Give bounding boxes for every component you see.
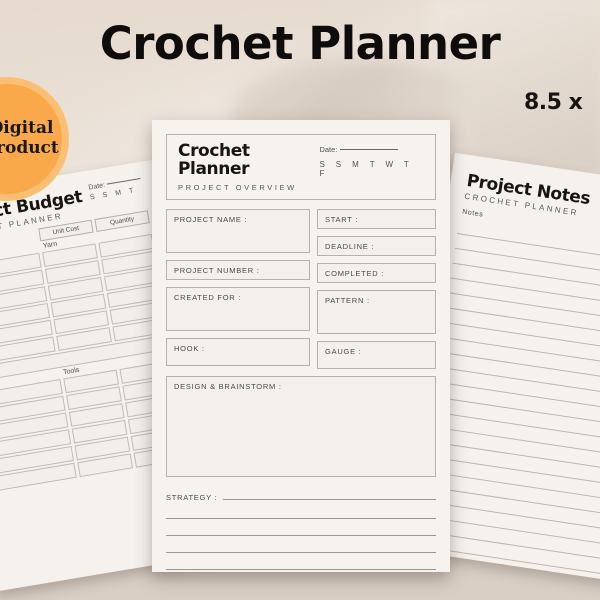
field-completed[interactable]: COMPLETED : — [317, 262, 436, 283]
field-gap — [317, 229, 436, 236]
design-brainstorm-box[interactable]: DESIGN & BRAINSTORM : — [166, 375, 436, 477]
size-label: 8.5 x — [524, 90, 583, 115]
field-project-number[interactable]: PROJECT NUMBER : — [166, 259, 310, 280]
planner-title: Crochet Planner — [178, 141, 250, 179]
page-title: Crochet Planner — [99, 17, 501, 70]
strategy-line[interactable] — [166, 553, 436, 570]
field-gap — [317, 256, 436, 263]
planner-date-label: Date: — [319, 145, 338, 154]
planner-field-grid: PROJECT NAME : PROJECT NUMBER : CREATED FO… — [166, 208, 436, 369]
badge-line-2: Product — [0, 138, 59, 158]
planner-date-field[interactable]: Date: — [319, 145, 424, 154]
strategy-line[interactable] — [166, 536, 436, 553]
strategy-section: STRATEGY : — [166, 493, 436, 570]
strategy-label: STRATEGY : — [166, 492, 218, 502]
field-gap — [166, 253, 310, 260]
field-gap — [317, 334, 436, 341]
main-planner-page[interactable]: Crochet Planner PROJECT OVERVIEW Date: S… — [152, 120, 450, 572]
planner-subtitle: PROJECT OVERVIEW — [178, 182, 297, 192]
field-hook[interactable]: HOOK : — [166, 337, 310, 366]
planner-fields-left-column: PROJECT NAME : PROJECT NUMBER : CREATED FO… — [166, 208, 310, 369]
field-created-for[interactable]: CREATED FOR : — [166, 286, 310, 331]
field-gap — [166, 280, 310, 287]
planner-header-left: Crochet Planner PROJECT OVERVIEW — [178, 141, 319, 192]
field-project-name[interactable]: PROJECT NAME : — [166, 208, 310, 253]
planner-fields-right-column: START : DEADLINE : COMPLETED : PATTERN : GAU… — [317, 208, 436, 369]
strategy-line[interactable] — [166, 502, 436, 519]
date-rule — [340, 149, 399, 150]
field-gap — [317, 283, 436, 290]
field-deadline[interactable]: DEADLINE : — [317, 235, 436, 256]
strategy-ruled-lines — [166, 502, 436, 570]
strategy-line[interactable] — [166, 519, 436, 536]
field-pattern[interactable]: PATTERN : — [317, 289, 436, 334]
planner-day-letters[interactable]: S S M T W T F — [319, 160, 424, 178]
field-gauge[interactable]: GAUGE : — [317, 340, 436, 369]
field-gap — [166, 331, 310, 338]
field-start[interactable]: START : — [317, 208, 436, 229]
strategy-first-line: STRATEGY : — [166, 493, 436, 502]
strategy-rule[interactable] — [223, 498, 436, 500]
badge-line-1: Digital — [0, 118, 54, 139]
planner-header: Crochet Planner PROJECT OVERVIEW Date: S… — [166, 134, 436, 200]
planner-header-right: Date: S S M T W T F — [319, 143, 424, 178]
